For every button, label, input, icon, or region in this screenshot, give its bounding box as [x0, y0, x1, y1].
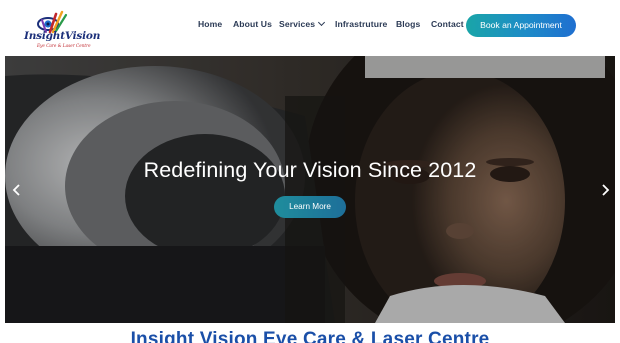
site-header: InsightVision Eye Care & Laser Centre Ho…	[0, 0, 620, 56]
chevron-left-icon	[12, 184, 20, 196]
section-title: Insight Vision Eye Care & Laser Centre	[130, 329, 490, 343]
nav-services[interactable]: Services	[279, 18, 326, 29]
nav-services-label: Services	[279, 19, 316, 29]
slider-next-button[interactable]	[599, 183, 611, 197]
nav-infrastructure[interactable]: Infrastruture	[335, 19, 387, 29]
brand-logo[interactable]: InsightVision Eye Care & Laser Centre	[22, 6, 100, 52]
chevron-down-icon	[318, 18, 326, 27]
hero-slider: Redefining Your Vision Since 2012 Learn …	[5, 56, 615, 323]
hero-overlay	[5, 56, 615, 323]
hero-title: Redefining Your Vision Since 2012	[143, 158, 477, 182]
nav-contact[interactable]: Contact	[431, 19, 464, 29]
book-appointment-button[interactable]: Book an Appointment	[466, 14, 576, 37]
slider-prev-button[interactable]	[11, 183, 23, 197]
nav-home[interactable]: Home	[198, 19, 222, 29]
learn-more-button[interactable]: Learn More	[274, 196, 346, 218]
nav-about-us[interactable]: About Us	[233, 19, 272, 29]
nav-blogs[interactable]: Blogs	[396, 19, 420, 29]
brand-tagline: Eye Care & Laser Centre	[37, 43, 91, 48]
chevron-right-icon	[602, 184, 610, 196]
brand-name: InsightVision	[24, 30, 101, 42]
